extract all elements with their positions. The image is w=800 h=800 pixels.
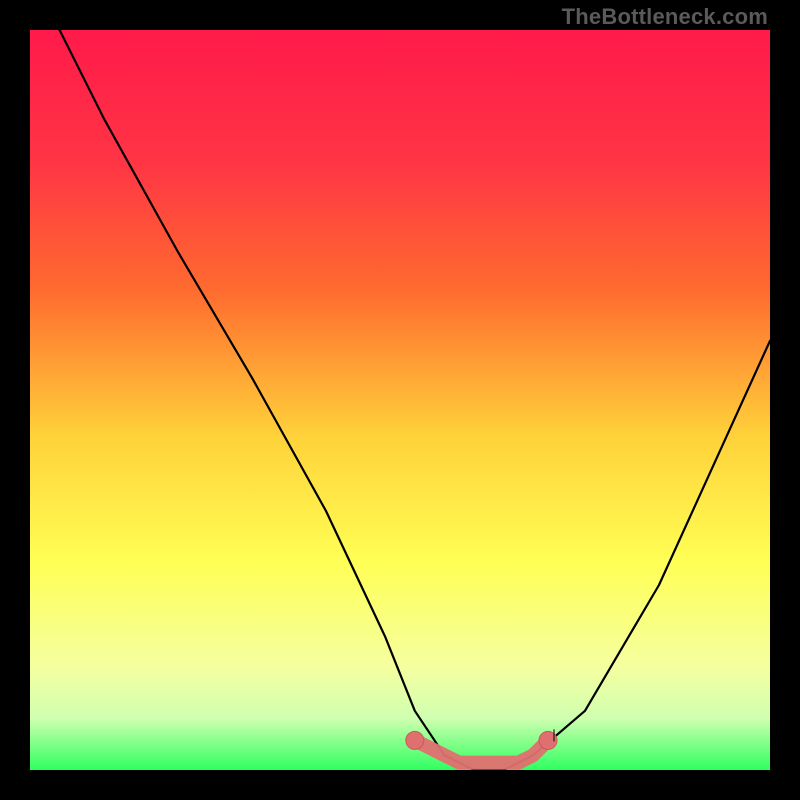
plot-area xyxy=(30,30,770,770)
gradient-background xyxy=(30,30,770,770)
highlighted-range-endpoint xyxy=(406,731,424,749)
chart-container: TheBottleneck.com xyxy=(0,0,800,800)
plot-svg xyxy=(30,30,770,770)
watermark-text: TheBottleneck.com xyxy=(562,4,768,30)
